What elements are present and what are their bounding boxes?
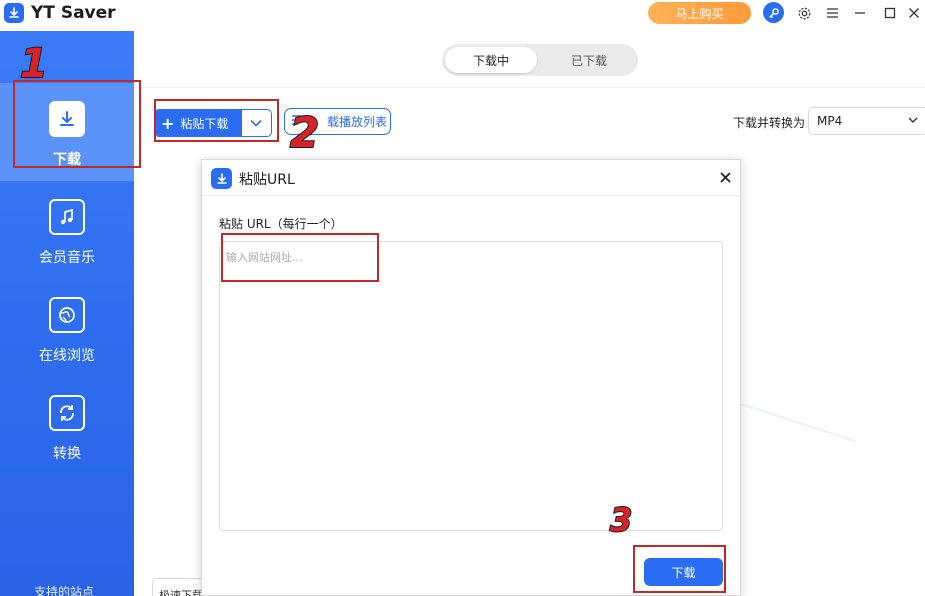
- sidebar-item-convert[interactable]: 转换: [0, 377, 134, 475]
- dialog-title: 粘贴URL: [239, 172, 295, 188]
- app-logo-icon: [4, 3, 24, 23]
- tab-downloaded[interactable]: 已下载: [543, 47, 635, 73]
- url-input[interactable]: [219, 241, 723, 531]
- annotation-box-2: [154, 99, 279, 142]
- minimize-icon[interactable]: [850, 3, 870, 23]
- annotation-box-input: [221, 233, 379, 282]
- playlist-label: 载播放列表: [327, 115, 388, 129]
- download-tabs: 下载中 已下载: [442, 44, 638, 76]
- sidebar-item-browse[interactable]: 在线浏览: [0, 279, 134, 377]
- url-field-label: 粘贴 URL（每行一个）: [219, 217, 343, 231]
- app-title: YT Saver: [31, 3, 116, 23]
- gear-icon[interactable]: [794, 3, 814, 23]
- buy-now-button[interactable]: 马上购买: [648, 2, 751, 24]
- key-icon[interactable]: [763, 2, 784, 23]
- close-icon[interactable]: [904, 3, 924, 23]
- sidebar-item-label: 转换: [53, 446, 81, 462]
- format-select[interactable]: MP4: [808, 107, 925, 135]
- annotation-box-1: [13, 80, 141, 168]
- annotation-step-3: 3: [609, 501, 633, 539]
- maximize-icon[interactable]: [880, 3, 900, 23]
- annotation-step-2: 2: [289, 108, 320, 157]
- format-value: MP4: [817, 114, 843, 128]
- sidebar-item-music[interactable]: 会员音乐: [0, 181, 134, 279]
- supported-sites-link[interactable]: 支持的站点: [34, 583, 94, 596]
- menu-icon[interactable]: [822, 3, 842, 23]
- background-decoration: [732, 403, 856, 469]
- dialog-header: 粘贴URL: [202, 160, 740, 196]
- globe-icon: [49, 297, 85, 333]
- title-bar: YT Saver 马上购买: [0, 0, 925, 28]
- annotation-step-1: 1: [19, 41, 49, 87]
- sidebar-item-label: 在线浏览: [39, 348, 95, 364]
- chevron-down-icon: [907, 114, 919, 129]
- tab-downloading[interactable]: 下载中: [445, 47, 537, 73]
- paste-url-dialog: 粘贴URL 粘贴 URL（每行一个） 下载: [201, 159, 741, 596]
- sidebar-item-label: 会员音乐: [39, 250, 95, 266]
- convert-label: 下载并转换为: [733, 116, 806, 130]
- annotation-box-3: [633, 545, 726, 593]
- music-icon: [49, 199, 85, 235]
- app-logo-icon: [211, 168, 232, 189]
- divider: [134, 87, 925, 88]
- close-icon[interactable]: [717, 169, 733, 185]
- convert-icon: [49, 395, 85, 431]
